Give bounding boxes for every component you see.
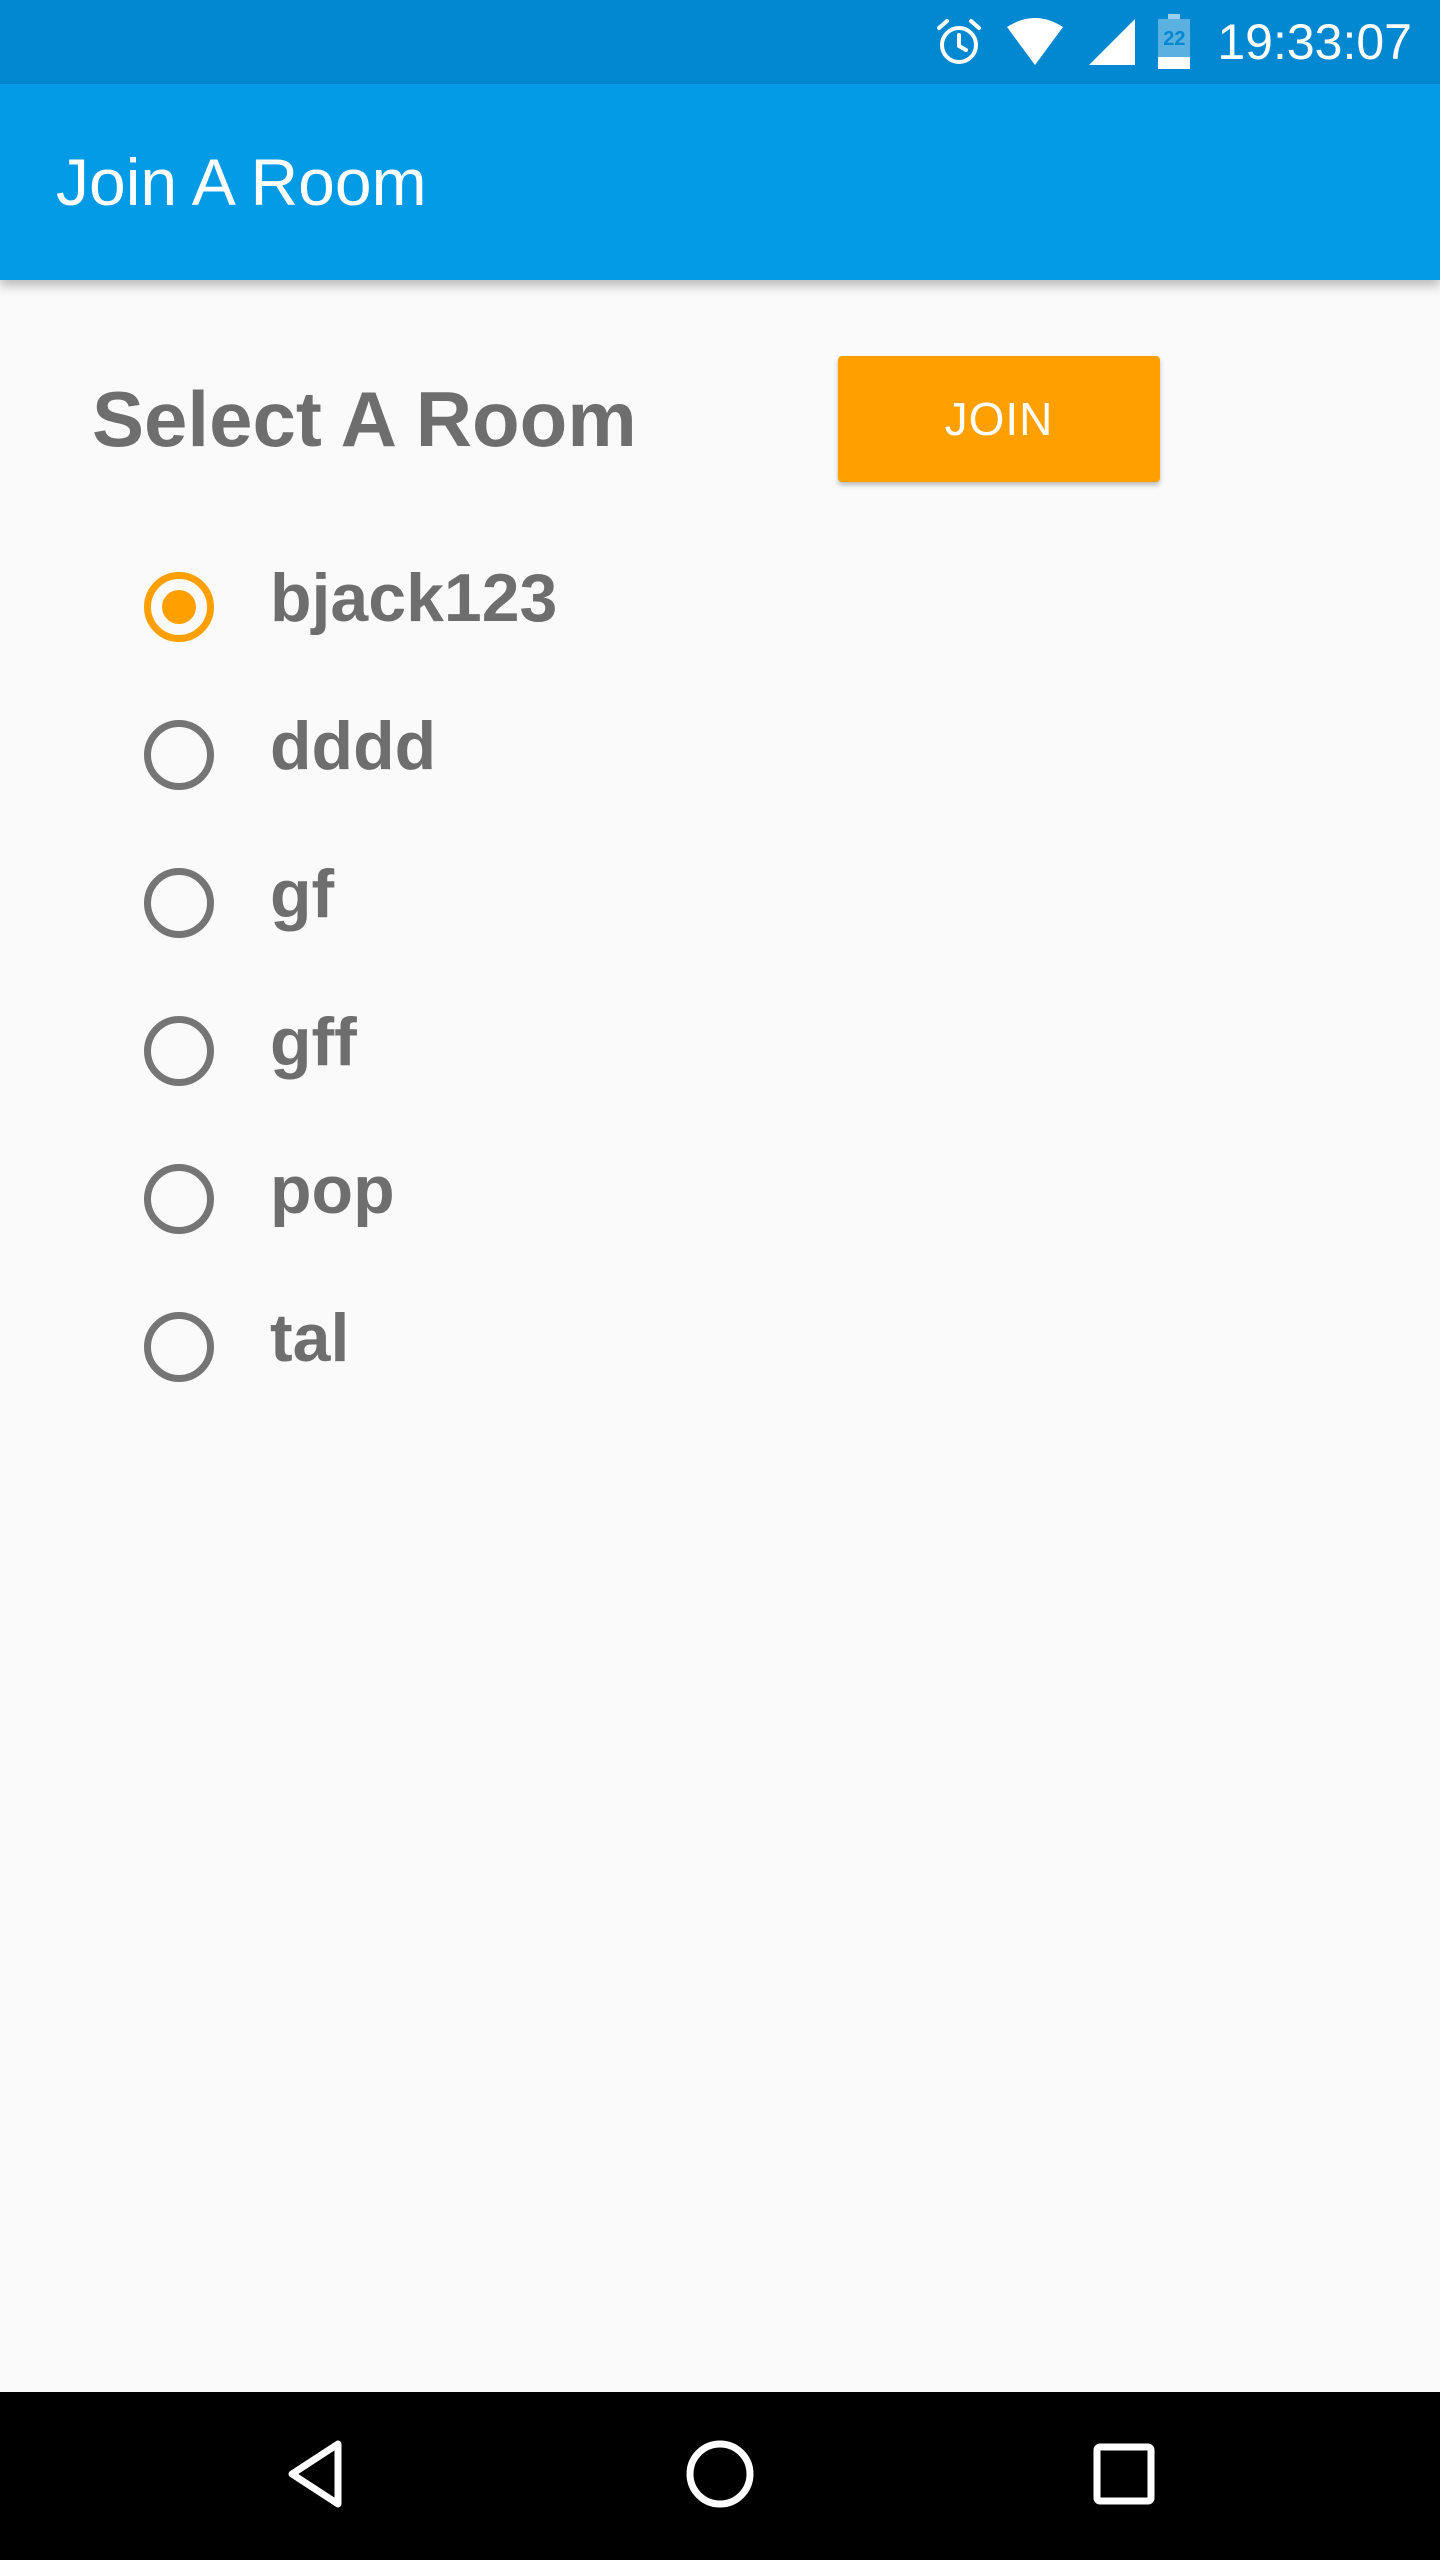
recents-icon [1093, 2443, 1155, 2510]
room-label: tal [270, 1300, 350, 1376]
radio-unchecked-icon[interactable] [144, 720, 214, 790]
battery-level-text: 22 [1163, 28, 1186, 50]
radio-unchecked-icon[interactable] [144, 1164, 214, 1234]
back-button[interactable] [226, 2392, 406, 2560]
room-option-bjack123[interactable]: bjack123 [0, 528, 1440, 676]
room-label: gf [270, 856, 335, 932]
home-icon [685, 2439, 755, 2514]
room-option-dddd[interactable]: dddd [0, 676, 1440, 824]
wifi-icon [1005, 17, 1065, 67]
room-radio-group: bjack123 dddd gf gff pop tal [0, 528, 1440, 1416]
room-label: dddd [270, 708, 437, 784]
app-bar: Join A Room [0, 84, 1440, 280]
radio-unchecked-icon[interactable] [144, 868, 214, 938]
signal-icon [1085, 17, 1137, 67]
radio-checked-icon[interactable] [144, 572, 214, 642]
radio-unchecked-icon[interactable] [144, 1312, 214, 1382]
room-label: pop [270, 1152, 395, 1228]
back-icon [284, 2438, 348, 2515]
room-label: gff [270, 1004, 357, 1080]
battery-icon: 22 [1157, 14, 1191, 70]
home-button[interactable] [630, 2392, 810, 2560]
app-title: Join A Room [56, 145, 427, 219]
main-content: Select A Room JOIN bjack123 dddd gf gff … [0, 280, 1440, 2392]
join-button[interactable]: JOIN [838, 356, 1160, 482]
section-title: Select A Room [92, 375, 637, 463]
alarm-icon [933, 16, 985, 68]
radio-unchecked-icon[interactable] [144, 1016, 214, 1086]
room-option-gff[interactable]: gff [0, 972, 1440, 1120]
status-time: 19:33:07 [1217, 14, 1412, 70]
status-bar: 22 19:33:07 [0, 0, 1440, 84]
status-icons: 22 19:33:07 [933, 0, 1412, 84]
recents-button[interactable] [1034, 2392, 1214, 2560]
room-option-pop[interactable]: pop [0, 1120, 1440, 1268]
room-option-gf[interactable]: gf [0, 824, 1440, 972]
navigation-bar [0, 2392, 1440, 2560]
room-option-tal[interactable]: tal [0, 1268, 1440, 1416]
room-label: bjack123 [270, 560, 558, 636]
